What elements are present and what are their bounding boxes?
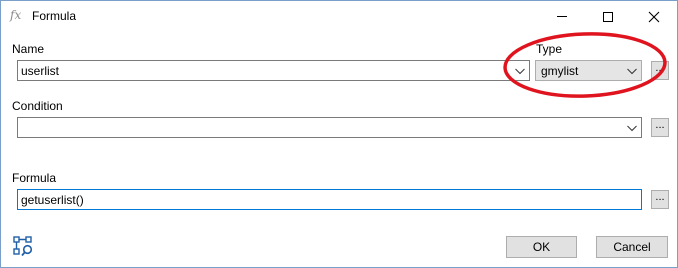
name-label: Name bbox=[12, 42, 45, 56]
chevron-down-icon bbox=[627, 68, 637, 75]
name-value: userlist bbox=[21, 64, 60, 78]
formula-label: Formula bbox=[12, 171, 57, 185]
condition-ellipsis-button[interactable]: ... bbox=[651, 118, 669, 137]
minimize-icon bbox=[557, 16, 567, 17]
type-value: gmylist bbox=[541, 64, 579, 78]
maximize-button[interactable] bbox=[585, 1, 631, 32]
cancel-button[interactable]: Cancel bbox=[596, 236, 668, 258]
ok-button[interactable]: OK bbox=[506, 236, 577, 258]
type-label: Type bbox=[536, 42, 563, 56]
ok-button-label: OK bbox=[532, 240, 551, 254]
formula-dialog: fx Formula Name userlist Type gmylist ..… bbox=[0, 0, 678, 268]
maximize-icon bbox=[603, 11, 613, 22]
chevron-down-icon[interactable] bbox=[626, 122, 638, 134]
formula-ellipsis-button[interactable]: ... bbox=[651, 190, 669, 209]
close-button[interactable] bbox=[631, 1, 677, 32]
formula-fx-icon: fx bbox=[10, 8, 22, 22]
minimize-button[interactable] bbox=[539, 1, 585, 32]
type-select[interactable]: gmylist bbox=[535, 60, 642, 81]
type-ellipsis-button[interactable]: ... bbox=[651, 61, 669, 80]
close-icon bbox=[648, 11, 660, 22]
formula-value: getuserlist() bbox=[21, 193, 84, 207]
window-title: Formula bbox=[32, 9, 77, 23]
formula-input[interactable]: getuserlist() bbox=[17, 189, 642, 210]
chevron-down-icon[interactable] bbox=[514, 65, 526, 77]
name-combobox[interactable]: userlist bbox=[17, 60, 530, 81]
condition-label: Condition bbox=[12, 99, 63, 113]
structure-search-icon[interactable] bbox=[13, 235, 35, 257]
condition-combobox[interactable] bbox=[17, 117, 642, 138]
cancel-button-label: Cancel bbox=[613, 240, 651, 254]
title-bar[interactable]: fx Formula bbox=[1, 1, 677, 32]
